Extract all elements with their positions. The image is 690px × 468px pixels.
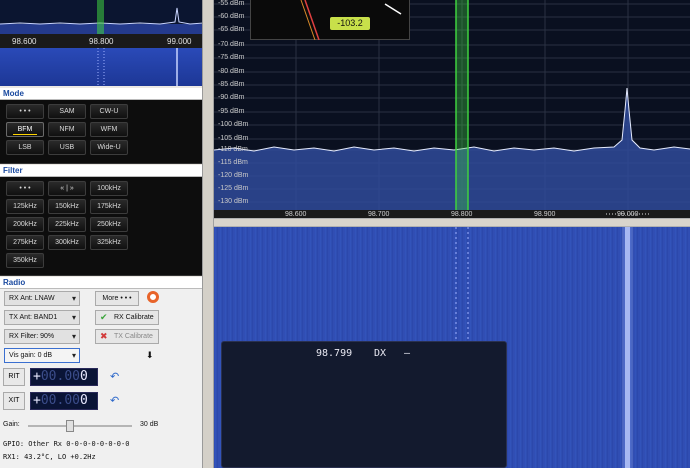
vis-gain-select[interactable]: Vis gain: 0 dB — [4, 348, 80, 363]
mini-tick-label: 98.800 — [89, 37, 114, 46]
freq-tick-label: 98.800 — [451, 211, 473, 218]
xit-reset-icon[interactable]: ↶ — [110, 395, 122, 407]
dbm-label: -65 dBm — [218, 26, 245, 33]
filter-100khz-button[interactable]: 100kHz — [90, 181, 128, 196]
cross-icon: ✖ — [100, 331, 108, 341]
mode-section-title: Mode — [0, 88, 202, 100]
overlay-frequency: 98.799 — [316, 348, 353, 359]
rit-button[interactable]: RIT — [3, 368, 25, 386]
rx-calibrate-button[interactable]: ✔ RX Calibrate — [95, 310, 159, 325]
gain-value: 30 dB — [140, 421, 159, 428]
mode-button-panel: • • • SAM CW-U BFM NFM WFM LSB USB Wide-… — [0, 100, 202, 164]
dbm-label: -110 dBm — [218, 146, 248, 153]
filter-more-button[interactable]: • • • — [6, 181, 44, 196]
dbm-label: -105 dBm — [218, 135, 249, 142]
filter-button-panel: • • • « | » 100kHz 125kHz 150kHz 175kHz … — [0, 177, 202, 276]
dbm-label: -75 dBm — [218, 54, 245, 61]
filter-225khz-button[interactable]: 225kHz — [48, 217, 86, 232]
more-button[interactable]: More • • • — [95, 291, 139, 306]
frequency-overlay: 98.799 DX – — [221, 341, 507, 468]
dbm-label: -60 dBm — [218, 13, 245, 20]
dbm-label: -115 dBm — [218, 159, 248, 166]
dbm-label: -80 dBm — [218, 68, 245, 75]
rit-value: +00.000 — [33, 369, 88, 384]
sdr-window: 98.600 98.800 99.000 Mode • • • SAM CW-U… — [0, 0, 690, 468]
dbm-label: -90 dBm — [218, 94, 245, 101]
filter-250khz-button[interactable]: 250kHz — [90, 217, 128, 232]
mode-lsb-button[interactable]: LSB — [6, 140, 44, 155]
tx-calibrate-label: TX Calibrate — [114, 333, 153, 340]
mode-sam-button[interactable]: SAM — [48, 104, 86, 119]
mini-tick-label: 99.000 — [167, 37, 192, 46]
rx-calibrate-label: RX Calibrate — [114, 314, 154, 321]
filter-175khz-button[interactable]: 175kHz — [90, 199, 128, 214]
mode-wideu-button[interactable]: Wide-U — [90, 140, 128, 155]
xit-value: +00.000 — [33, 393, 88, 408]
filter-125khz-button[interactable]: 125kHz — [6, 199, 44, 214]
dbm-label: -130 dBm — [218, 198, 249, 205]
filter-350khz-button[interactable]: 350kHz — [6, 253, 44, 268]
rx1-status: RX1: 43.2°C, LO +0.2Hz — [3, 453, 96, 461]
checkmark-icon: ✔ — [100, 312, 108, 322]
gain-slider-track[interactable] — [28, 425, 132, 427]
gain-slider-thumb[interactable] — [66, 420, 74, 432]
filter-300khz-button[interactable]: 300kHz — [48, 235, 86, 250]
mini-waterfall[interactable] — [0, 48, 202, 86]
gpio-status: GPIO: Other Rx 0-0-0-0-0-0-0-0 — [3, 440, 130, 448]
mode-wfm-button[interactable]: WFM — [90, 122, 128, 137]
mode-usb-button[interactable]: USB — [48, 140, 86, 155]
tx-calibrate-button[interactable]: ✖ TX Calibrate — [95, 329, 159, 344]
dbm-label: -55 dBm — [218, 0, 245, 7]
freq-tick-label: 98.900 — [534, 211, 556, 218]
dbm-label: -120 dBm — [218, 172, 249, 179]
radio-panel: RX Ant: LNAW TX Ant: BAND1 RX Filter: 90… — [0, 289, 202, 468]
mode-bfm-button[interactable]: BFM — [6, 122, 44, 137]
mode-cwu-button[interactable]: CW-U — [90, 104, 128, 119]
left-control-panel: 98.600 98.800 99.000 Mode • • • SAM CW-U… — [0, 0, 203, 468]
filter-section-title: Filter — [0, 165, 202, 177]
filter-200khz-button[interactable]: 200kHz — [6, 217, 44, 232]
rit-display[interactable]: +00.000 — [30, 368, 98, 386]
filter-275khz-button[interactable]: 275kHz — [6, 235, 44, 250]
vertical-splitter[interactable] — [203, 0, 214, 468]
dbm-label: -125 dBm — [218, 185, 249, 192]
filter-150khz-button[interactable]: 150kHz — [48, 199, 86, 214]
freq-tick-label: 98.600 — [285, 211, 307, 218]
overlay-mode: DX — [374, 348, 387, 359]
mode-more-button[interactable]: • • • — [6, 104, 44, 119]
lifebuoy-icon[interactable] — [147, 291, 159, 303]
mini-frequency-axis: 98.600 98.800 99.000 — [0, 34, 202, 48]
rx-antenna-select[interactable]: RX Ant: LNAW — [4, 291, 80, 306]
filter-325khz-button[interactable]: 325kHz — [90, 235, 128, 250]
overlay-dash: – — [404, 348, 411, 359]
freq-tick-label: 99.000 — [617, 211, 639, 218]
xit-display[interactable]: +00.000 — [30, 392, 98, 410]
rx-filter-select[interactable]: RX Filter: 90% — [4, 329, 80, 344]
arrow-down-icon[interactable]: ⬇ — [146, 350, 154, 361]
tx-antenna-select[interactable]: TX Ant: BAND1 — [4, 310, 80, 325]
freq-tick-label: 98.700 — [368, 211, 390, 218]
dbm-label: -100 dBm — [218, 121, 249, 128]
radio-section-title: Radio — [0, 277, 202, 289]
mini-spectrum[interactable] — [0, 0, 202, 34]
horizontal-splitter[interactable] — [214, 218, 690, 227]
s-meter-value: -103.2 — [330, 17, 370, 30]
dbm-label: -70 dBm — [218, 41, 245, 48]
filter-width-button[interactable]: « | » — [48, 181, 86, 196]
xit-button[interactable]: XIT — [3, 392, 25, 410]
dbm-label: -95 dBm — [218, 108, 245, 115]
rit-reset-icon[interactable]: ↶ — [110, 371, 122, 383]
mini-tick-label: 98.600 — [12, 37, 37, 46]
dbm-label: -85 dBm — [218, 81, 245, 88]
mode-nfm-button[interactable]: NFM — [48, 122, 86, 137]
gain-label: Gain: — [3, 421, 20, 428]
